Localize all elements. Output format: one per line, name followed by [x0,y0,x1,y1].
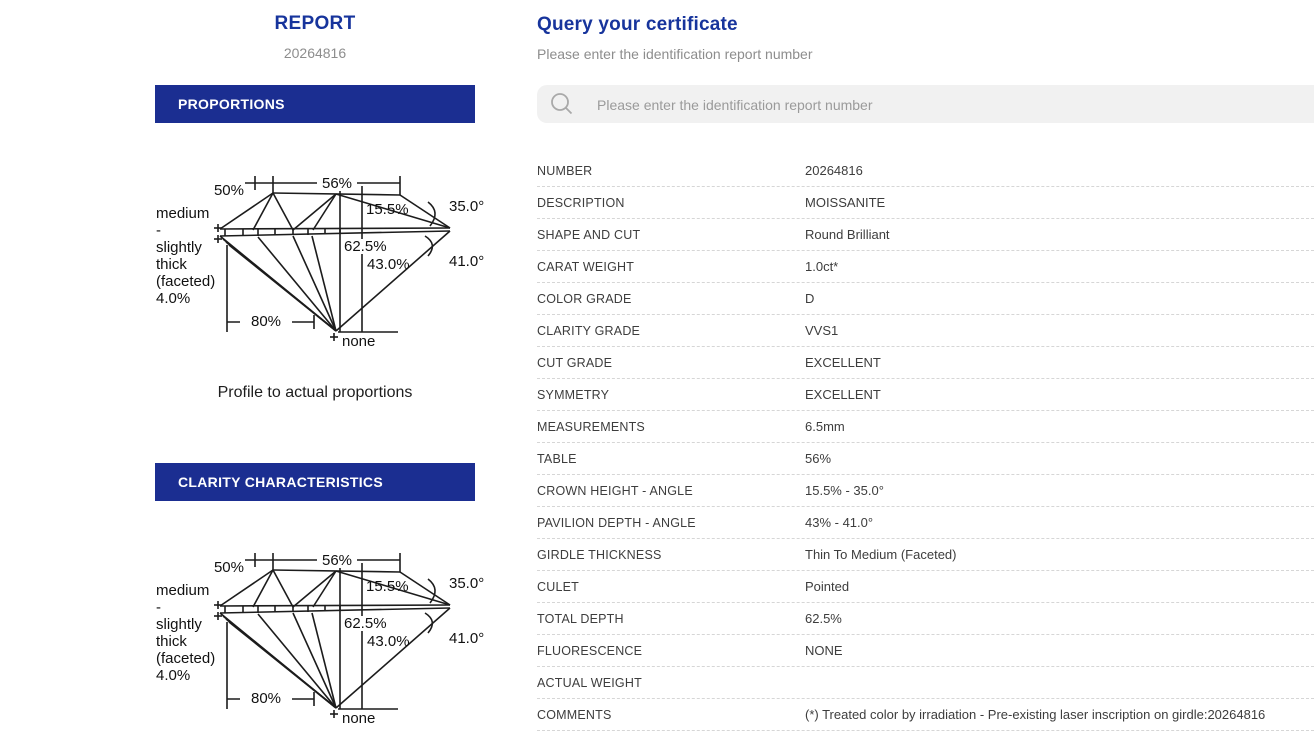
row-label: CLARITY GRADE [537,324,805,338]
page-title: Query your certificate [537,14,738,36]
table-row: DESCRIPTION MOISSANITE [537,187,1314,219]
row-label: CULET [537,580,805,594]
table-row: FLUORESCENCE NONE [537,635,1314,667]
row-label: MEASUREMENTS [537,420,805,434]
row-value: 1.0ct* [805,259,838,274]
row-label: CARAT WEIGHT [537,260,805,274]
clarity-characteristics-diagram [140,527,500,739]
table-row: TOTAL DEPTH 62.5% [537,603,1314,635]
report-title: REPORT [155,13,475,35]
row-label: ACTUAL WEIGHT [537,676,805,690]
row-value: MOISSANITE [805,195,885,210]
search-input[interactable] [595,85,1299,125]
row-label: PAVILION DEPTH - ANGLE [537,516,805,530]
row-label: NUMBER [537,164,805,178]
row-value: D [805,291,814,306]
proportions-diagram [140,150,500,365]
certificate-table: NUMBER 20264816 DESCRIPTION MOISSANITE S… [537,155,1314,731]
table-row: COMMENTS (*) Treated color by irradiatio… [537,699,1314,731]
certificate-page: 56% 50% 15.5% 35.0° 62.5% 43.0% 41.0° 80… [0,0,1314,739]
page-subtitle: Please enter the identification report n… [537,46,813,62]
row-value: 56% [805,451,831,466]
section-header-clarity-characteristics: CLARITY CHARACTERISTICS [155,463,475,501]
report-number: 20264816 [155,45,475,61]
table-row: CLARITY GRADE VVS1 [537,315,1314,347]
row-value: NONE [805,643,843,658]
row-value: (*) Treated color by irradiation - Pre-e… [805,707,1265,722]
table-row: PAVILION DEPTH - ANGLE 43% - 41.0° [537,507,1314,539]
table-row: SYMMETRY EXCELLENT [537,379,1314,411]
row-value: EXCELLENT [805,387,881,402]
row-label: GIRDLE THICKNESS [537,548,805,562]
section-header-proportions: PROPORTIONS [155,85,475,123]
table-row: NUMBER 20264816 [537,155,1314,187]
row-value: EXCELLENT [805,355,881,370]
table-row: CUT GRADE EXCELLENT [537,347,1314,379]
row-label: CROWN HEIGHT - ANGLE [537,484,805,498]
row-label: TOTAL DEPTH [537,612,805,626]
table-row: ACTUAL WEIGHT [537,667,1314,699]
row-value: VVS1 [805,323,838,338]
row-label: SYMMETRY [537,388,805,402]
row-value: 62.5% [805,611,842,626]
row-label: SHAPE AND CUT [537,228,805,242]
row-value: Pointed [805,579,849,594]
row-value: 43% - 41.0° [805,515,873,530]
proportions-caption: Profile to actual proportions [155,384,475,402]
row-label: CUT GRADE [537,356,805,370]
row-value: 15.5% - 35.0° [805,483,884,498]
row-value: Thin To Medium (Faceted) [805,547,957,562]
table-row: CROWN HEIGHT - ANGLE 15.5% - 35.0° [537,475,1314,507]
table-row: CULET Pointed [537,571,1314,603]
search-bar[interactable] [537,85,1314,123]
table-row: CARAT WEIGHT 1.0ct* [537,251,1314,283]
row-value: 20264816 [805,163,863,178]
row-label: TABLE [537,452,805,466]
row-label: DESCRIPTION [537,196,805,210]
row-value: 6.5mm [805,419,845,434]
row-value: Round Brilliant [805,227,890,242]
row-label: FLUORESCENCE [537,644,805,658]
table-row: TABLE 56% [537,443,1314,475]
table-row: MEASUREMENTS 6.5mm [537,411,1314,443]
search-icon [550,92,574,116]
table-row: SHAPE AND CUT Round Brilliant [537,219,1314,251]
row-label: COMMENTS [537,708,805,722]
table-row: COLOR GRADE D [537,283,1314,315]
table-row: GIRDLE THICKNESS Thin To Medium (Faceted… [537,539,1314,571]
row-label: COLOR GRADE [537,292,805,306]
